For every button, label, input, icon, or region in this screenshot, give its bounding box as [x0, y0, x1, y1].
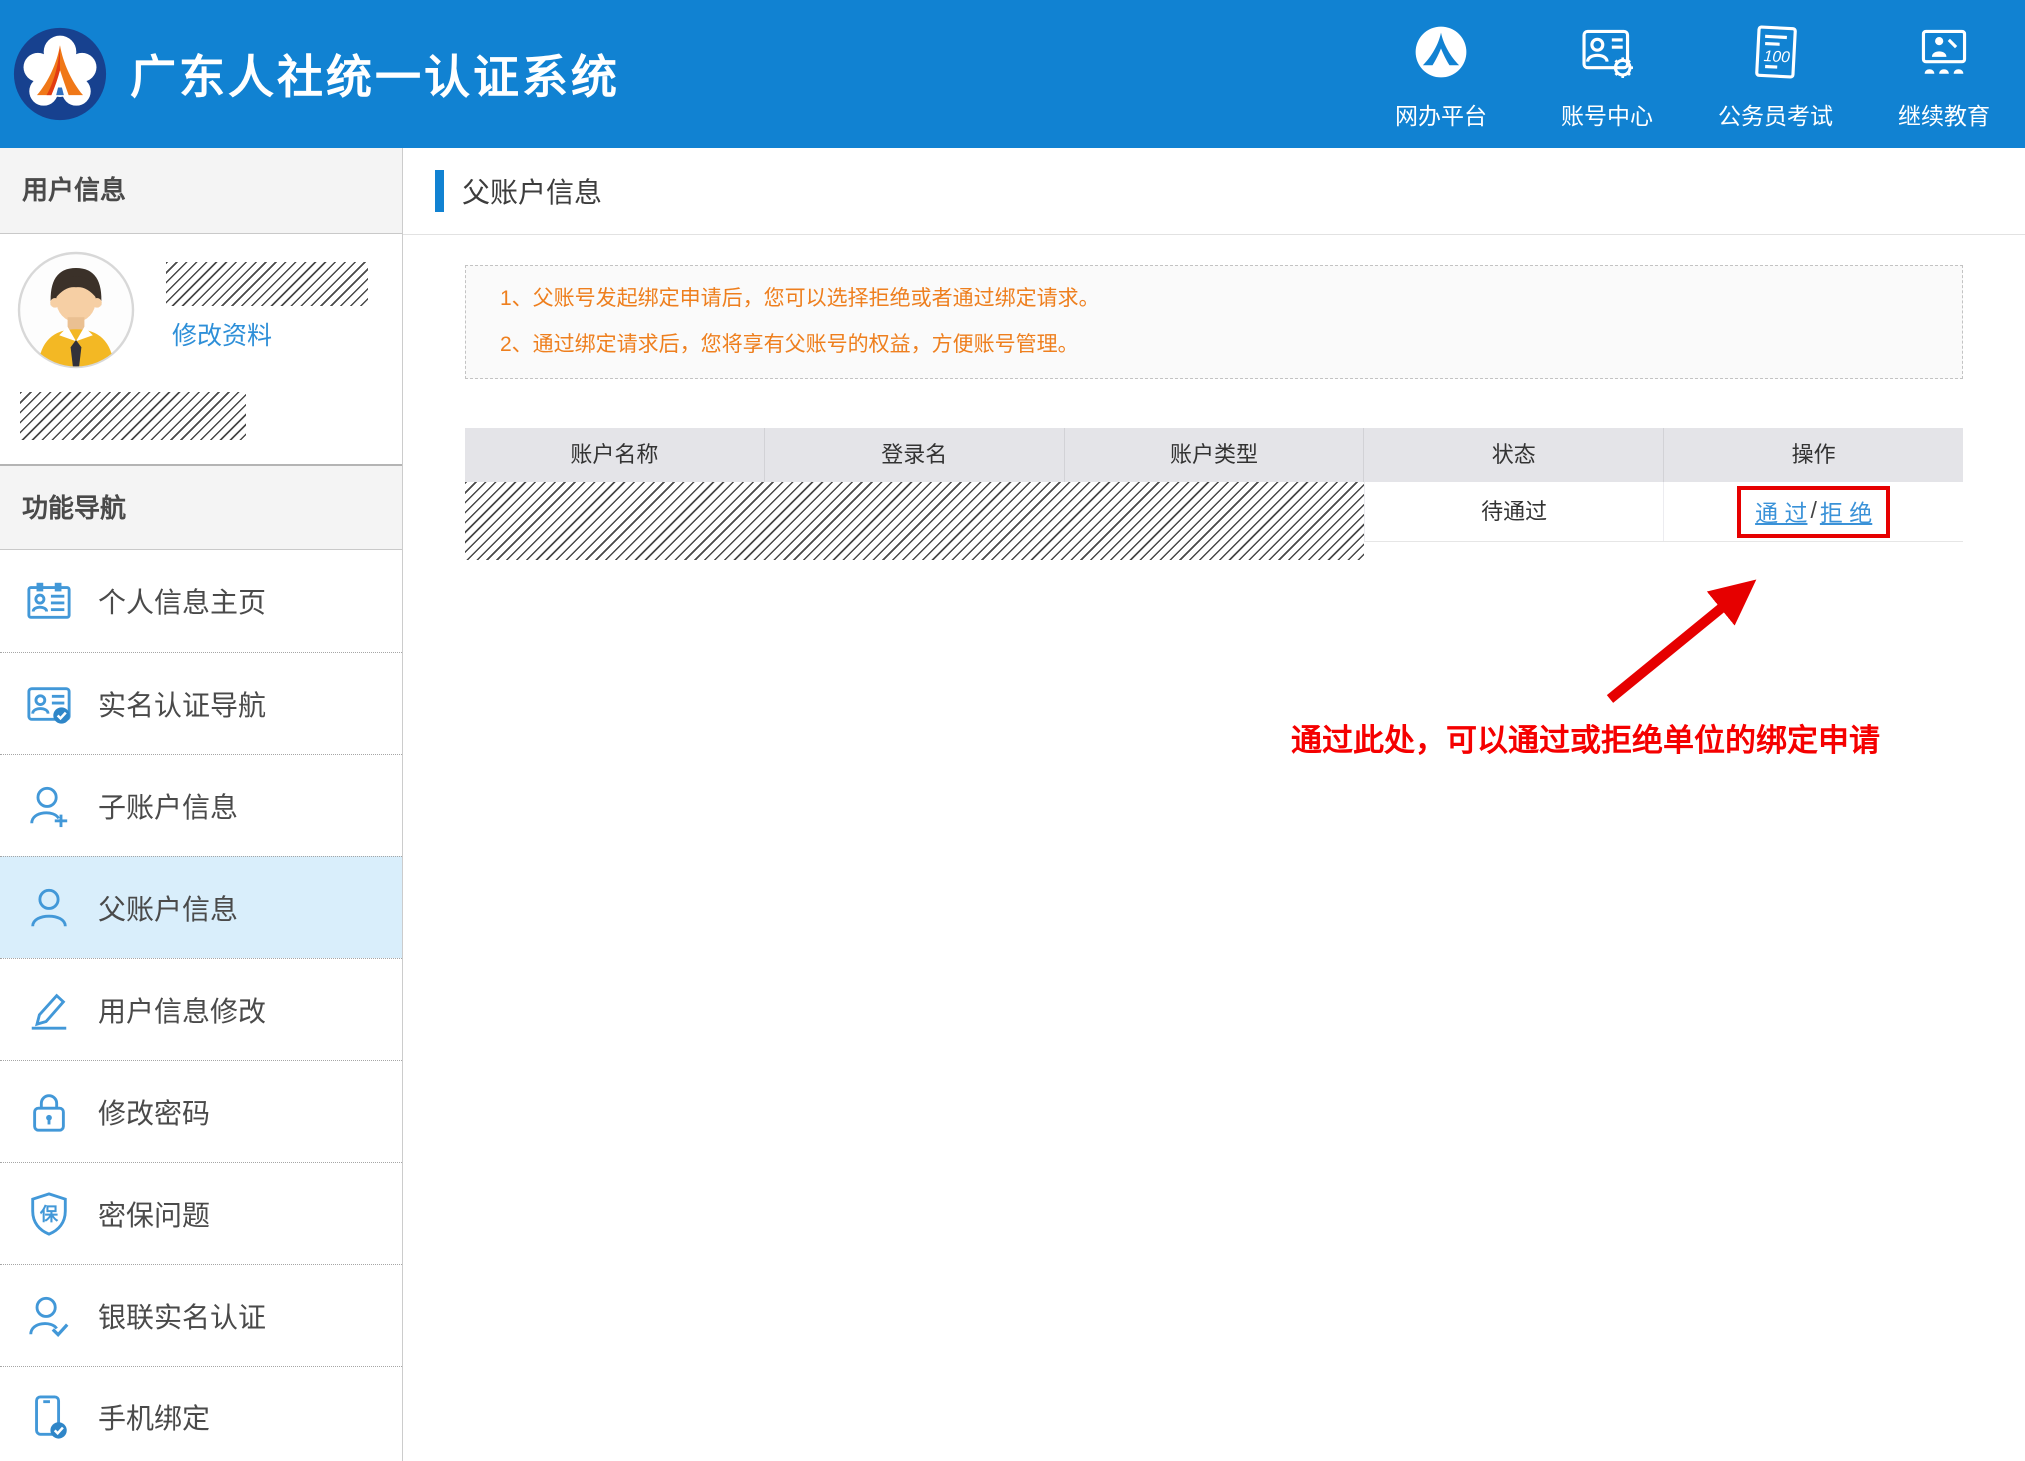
sidebar-item-child-account-info[interactable]: 子账户信息: [0, 754, 402, 856]
user-info-section-title: 用户信息: [0, 148, 402, 234]
notice-box: 1、父账号发起绑定申请后，您可以选择拒绝或者通过绑定请求。 2、通过绑定请求后，…: [465, 265, 1963, 379]
column-header-action: 操作: [1663, 428, 1963, 482]
sidebar-item-label: 修改密码: [98, 1092, 210, 1132]
notice-line-2: 2、通过绑定请求后，您将享有父账号的权益，方便账号管理。: [500, 330, 1928, 360]
pencil-icon: [26, 987, 72, 1033]
brand: 广东人社统一认证系统: [12, 26, 620, 122]
user-plus-icon: [26, 783, 72, 829]
content-area: 1、父账号发起绑定申请后，您可以选择拒绝或者通过绑定请求。 2、通过绑定请求后，…: [403, 265, 2025, 542]
svg-text:保: 保: [39, 1203, 59, 1224]
sidebar-item-unionpay-realname-auth[interactable]: 银联实名认证: [0, 1264, 402, 1366]
parent-account-table: 账户名称 登录名 账户类型 状态 操作 待通过 通 过 / 拒 绝: [465, 428, 1963, 542]
top-nav-item-gov-platform[interactable]: 网办平台: [1386, 23, 1496, 131]
sidebar-item-label: 用户信息修改: [98, 990, 266, 1030]
avatar: [16, 250, 136, 370]
gov-platform-icon: [1412, 23, 1470, 81]
top-nav-label: 公务员考试: [1718, 97, 1833, 131]
title-accent-bar: [435, 170, 444, 212]
page-title-bar: 父账户信息: [403, 148, 2025, 235]
top-nav: 网办平台: [1386, 17, 1999, 131]
sidebar-item-label: 密保问题: [98, 1194, 210, 1234]
sidebar-item-label: 父账户信息: [98, 888, 238, 928]
main-content: 父账户信息 1、父账号发起绑定申请后，您可以选择拒绝或者通过绑定请求。 2、通过…: [403, 148, 2025, 1461]
redacted-account-cells: [465, 482, 1364, 560]
annotation-text: 通过此处，可以通过或拒绝单位的绑定申请: [1291, 715, 1880, 760]
notice-line-1: 1、父账号发起绑定申请后，您可以选择拒绝或者通过绑定请求。: [500, 284, 1928, 314]
continuing-education-icon: [1915, 23, 1973, 81]
approve-link[interactable]: 通 过: [1755, 494, 1807, 528]
redacted-username: [166, 262, 368, 306]
account-center-icon: [1578, 23, 1636, 81]
page-title: 父账户信息: [462, 171, 602, 211]
sidebar-item-label: 个人信息主页: [98, 581, 266, 621]
table-row: 待通过 通 过 / 拒 绝: [465, 482, 1963, 542]
highlight-box: 通 过 / 拒 绝: [1737, 486, 1890, 538]
id-card-icon: [26, 578, 72, 624]
shield-icon: 保: [26, 1191, 72, 1237]
phone-check-icon: [26, 1394, 72, 1440]
function-nav-section-title: 功能导航: [0, 464, 402, 550]
top-nav-label: 网办平台: [1395, 97, 1487, 131]
lock-icon: [26, 1089, 72, 1135]
app-title: 广东人社统一认证系统: [130, 41, 620, 107]
top-nav-item-account-center[interactable]: 账号中心: [1552, 23, 1662, 131]
gdhrss-logo-icon: [12, 26, 108, 122]
action-separator: /: [1810, 497, 1816, 524]
user-card: 修改资料: [0, 234, 402, 464]
sidebar-item-phone-binding[interactable]: 手机绑定: [0, 1366, 402, 1461]
sidebar-item-label: 银联实名认证: [98, 1296, 266, 1336]
user-icon: [26, 885, 72, 931]
sidebar-nav: 个人信息主页 实名认证导航: [0, 550, 402, 1461]
column-header-status: 状态: [1363, 428, 1663, 482]
annotation-arrow-icon: [1600, 573, 1770, 708]
edit-profile-link[interactable]: 修改资料: [172, 316, 272, 352]
sidebar-item-change-password[interactable]: 修改密码: [0, 1060, 402, 1162]
sidebar: 用户信息: [0, 148, 403, 1461]
user-check-icon: [26, 1293, 72, 1339]
column-header-account-name: 账户名称: [465, 428, 764, 482]
redacted-user-info: [20, 392, 246, 440]
top-nav-item-continuing-education[interactable]: 继续教育: [1889, 23, 1999, 131]
sidebar-item-label: 子账户信息: [98, 786, 238, 826]
status-cell: 待通过: [1364, 482, 1664, 541]
column-header-login-name: 登录名: [764, 428, 1064, 482]
action-cell: 通 过 / 拒 绝: [1663, 482, 1963, 541]
svg-text:100: 100: [1763, 48, 1790, 66]
top-header-bar: 广东人社统一认证系统 网办平台: [0, 0, 2025, 148]
civil-service-exam-icon: 100: [1747, 23, 1805, 81]
top-nav-label: 账号中心: [1561, 97, 1653, 131]
page: 广东人社统一认证系统 网办平台: [0, 0, 2025, 1461]
sidebar-item-realname-auth-nav[interactable]: 实名认证导航: [0, 652, 402, 754]
sidebar-item-personal-info-home[interactable]: 个人信息主页: [0, 550, 402, 652]
sidebar-item-parent-account-info[interactable]: 父账户信息: [0, 856, 402, 958]
sidebar-item-label: 手机绑定: [98, 1397, 210, 1437]
sidebar-item-user-info-edit[interactable]: 用户信息修改: [0, 958, 402, 1060]
column-header-account-type: 账户类型: [1064, 428, 1364, 482]
table-header-row: 账户名称 登录名 账户类型 状态 操作: [465, 428, 1963, 482]
sidebar-item-label: 实名认证导航: [98, 684, 266, 724]
sidebar-item-security-question[interactable]: 保 密保问题: [0, 1162, 402, 1264]
id-verify-icon: [26, 681, 72, 727]
top-nav-label: 继续教育: [1898, 97, 1990, 131]
top-nav-item-civil-service-exam[interactable]: 100 公务员考试: [1718, 23, 1833, 131]
reject-link[interactable]: 拒 绝: [1820, 494, 1872, 528]
